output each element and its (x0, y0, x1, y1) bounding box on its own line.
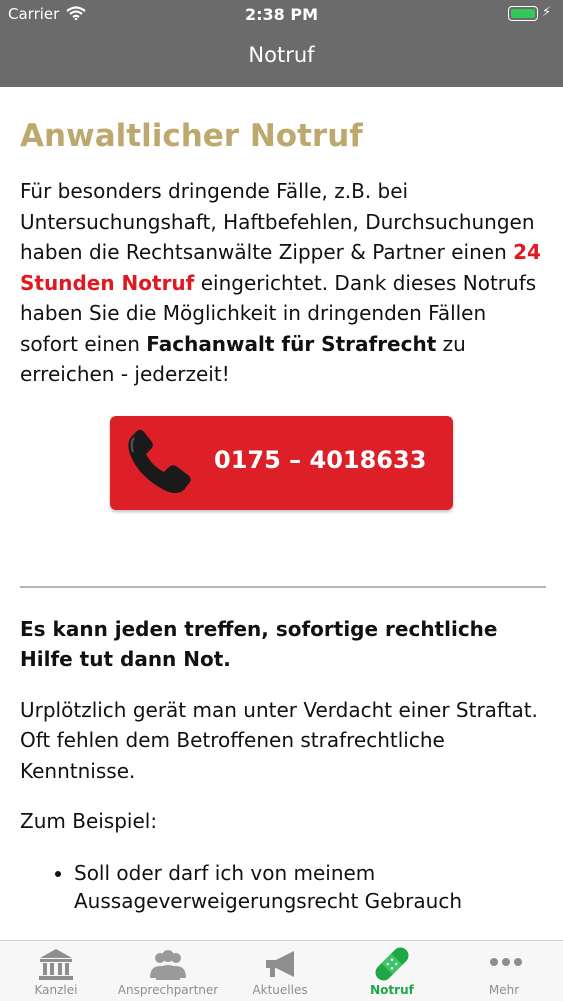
bandage-icon (375, 947, 409, 981)
building-icon (39, 949, 73, 980)
list-item: Soll oder darf ich von meinem Aussagever… (74, 859, 546, 915)
more-icon (490, 958, 522, 966)
tab-kanzlei[interactable]: Kanzlei (0, 941, 112, 1001)
battery-icon (508, 6, 538, 21)
body-paragraph: Urplötzlich gerät man unter Verdacht ein… (20, 697, 538, 783)
tab-label: Aktuelles (252, 983, 308, 997)
example-label: Zum Beispiel: (20, 809, 158, 833)
top-bar: Carrier 2:38 PM ⚡ Notruf (0, 0, 563, 87)
scroll-content[interactable]: Anwaltlicher Notruf Für besonders dringe… (20, 100, 546, 940)
status-bar: Carrier 2:38 PM ⚡ (0, 0, 563, 30)
specialist-highlight: Fachanwalt für Strafrecht (146, 331, 437, 356)
tab-aktuelles[interactable]: Aktuelles (224, 941, 336, 1001)
tab-notruf[interactable]: Notruf (336, 941, 448, 1001)
tab-mehr[interactable]: Mehr (448, 941, 560, 1001)
nav-title: Notruf (248, 43, 315, 67)
phone-icon (128, 429, 191, 493)
tab-label: Kanzlei (34, 983, 78, 997)
tab-label: Notruf (370, 983, 414, 997)
tab-label: Mehr (488, 983, 520, 997)
tab-bar: Kanzlei Ansprechpartner Aktuelles Notruf… (0, 940, 563, 1001)
page-heading: Anwaltlicher Notruf (20, 118, 363, 154)
call-button[interactable]: 0175 – 4018633 (110, 415, 453, 510)
divider (20, 585, 546, 588)
intro-paragraph: Für besonders dringende Fälle, z.B. bei … (20, 176, 546, 390)
people-icon (150, 950, 186, 980)
charging-icon: ⚡ (542, 5, 552, 20)
phone-number: 0175 – 4018633 (214, 445, 427, 474)
example-list: Soll oder darf ich von meinem Aussagever… (20, 859, 546, 915)
tab-ansprechpartner[interactable]: Ansprechpartner (112, 941, 224, 1001)
section-subheading: Es kann jeden treffen, sofortige rechtli… (20, 616, 498, 672)
tab-label: Ansprechpartner (117, 983, 219, 997)
megaphone-icon (266, 951, 294, 977)
intro-text-1: Für besonders dringende Fälle, z.B. bei … (20, 179, 535, 264)
clock: 2:38 PM (244, 5, 318, 24)
